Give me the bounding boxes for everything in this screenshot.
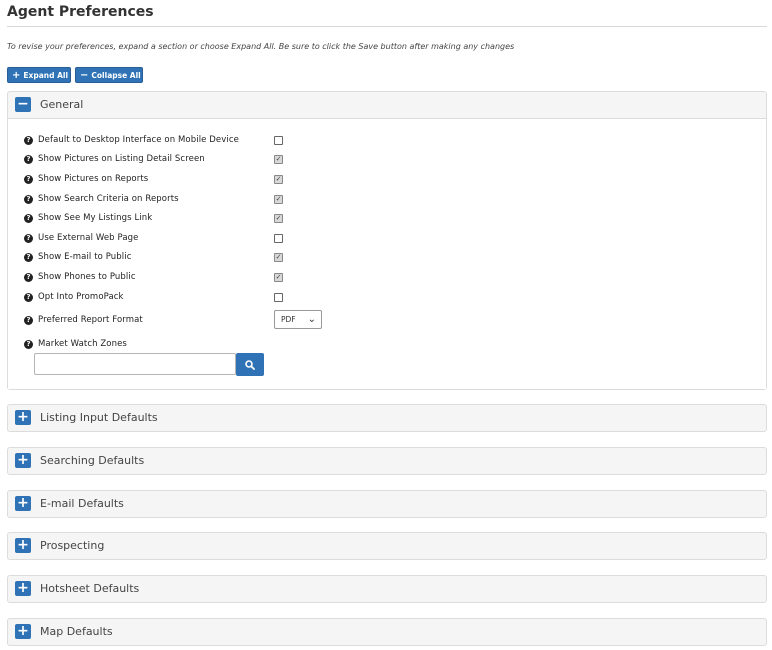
plus-icon[interactable]: + [15,496,31,511]
setting-checkbox-phones-public[interactable]: ✓ [274,273,283,282]
setting-checkbox-external-web-page[interactable] [274,234,283,243]
plus-icon: + [12,70,21,81]
section-map-header[interactable]: + Map Defaults [8,619,766,645]
minus-icon[interactable]: − [15,97,31,112]
setting-checkbox-search-criteria[interactable]: ✓ [274,195,283,204]
setting-label: Show E-mail to Public [38,252,132,262]
title-divider [7,26,767,27]
setting-label: Show Pictures on Reports [38,174,149,184]
section-email-header[interactable]: + E-mail Defaults [8,491,766,517]
expand-all-label: Expand All [23,71,69,80]
section-title: Listing Input Defaults [40,411,158,424]
section-general-title: General [40,98,84,111]
section-general-header[interactable]: − General [8,92,766,118]
setting-checkbox-pictures-listing-detail[interactable]: ✓ [274,155,283,164]
plus-icon[interactable]: + [15,624,31,639]
question-circle-icon[interactable]: ? [24,293,33,302]
question-circle-icon[interactable]: ? [24,340,33,349]
setting-checkbox-desktop-interface[interactable] [274,136,283,145]
section-listing-input-defaults: + Listing Input Defaults [7,404,767,432]
setting-label: Show Search Criteria on Reports [38,194,179,204]
plus-icon[interactable]: + [15,410,31,425]
section-general-body: ? Default to Desktop Interface on Mobile… [8,118,766,389]
question-circle-icon[interactable]: ? [24,214,33,223]
plus-icon[interactable]: + [15,538,31,553]
section-title: Prospecting [40,539,105,552]
question-circle-icon[interactable]: ? [24,253,33,262]
question-circle-icon[interactable]: ? [24,234,33,243]
page-title: Agent Preferences [7,4,154,20]
section-prospecting-header[interactable]: + Prospecting [8,533,766,559]
market-watch-label: Market Watch Zones [38,339,127,349]
collapse-all-label: Collapse All [91,71,141,80]
plus-icon[interactable]: + [15,453,31,468]
question-circle-icon[interactable]: ? [24,195,33,204]
setting-label: Use External Web Page [38,233,139,243]
intro-text: To revise your preferences, expand a sec… [7,42,515,51]
section-title: Searching Defaults [40,454,145,467]
setting-checkbox-promopack[interactable] [274,293,283,302]
section-general: − General ? Default to Desktop Interface… [7,91,767,390]
question-circle-icon[interactable]: ? [24,316,33,325]
setting-label: Default to Desktop Interface on Mobile D… [38,135,239,145]
section-searching-header[interactable]: + Searching Defaults [8,448,766,474]
setting-checkbox-pictures-reports[interactable]: ✓ [274,175,283,184]
setting-checkbox-email-public[interactable]: ✓ [274,253,283,262]
section-listing-input-header[interactable]: + Listing Input Defaults [8,405,766,431]
search-icon [245,359,255,370]
chevron-down-icon: ⌄ [307,314,316,325]
minus-icon: − [80,70,89,81]
report-format-label: Preferred Report Format [38,315,143,325]
expand-all-button[interactable]: + Expand All [7,67,71,83]
setting-label: Show Pictures on Listing Detail Screen [38,154,205,164]
report-format-select[interactable]: PDF ⌄ [274,310,322,329]
question-circle-icon[interactable]: ? [24,175,33,184]
section-map-defaults: + Map Defaults [7,618,767,646]
market-watch-search-button[interactable] [236,353,264,376]
setting-label: Opt Into PromoPack [38,292,124,302]
section-title: Map Defaults [40,625,113,638]
question-circle-icon[interactable]: ? [24,273,33,282]
section-email-defaults: + E-mail Defaults [7,490,767,518]
section-searching-defaults: + Searching Defaults [7,447,767,475]
report-format-value: PDF [281,315,296,324]
question-circle-icon[interactable]: ? [24,155,33,164]
setting-checkbox-see-my-listings[interactable]: ✓ [274,214,283,223]
section-title: Hotsheet Defaults [40,582,140,595]
section-hotsheet-defaults: + Hotsheet Defaults [7,575,767,603]
market-watch-input[interactable] [34,353,236,375]
question-circle-icon[interactable]: ? [24,136,33,145]
section-prospecting: + Prospecting [7,532,767,560]
collapse-all-button[interactable]: − Collapse All [75,67,143,83]
setting-label: Show See My Listings Link [38,213,153,223]
plus-icon[interactable]: + [15,581,31,596]
section-hotsheet-header[interactable]: + Hotsheet Defaults [8,576,766,602]
section-title: E-mail Defaults [40,497,124,510]
setting-label: Show Phones to Public [38,272,136,282]
